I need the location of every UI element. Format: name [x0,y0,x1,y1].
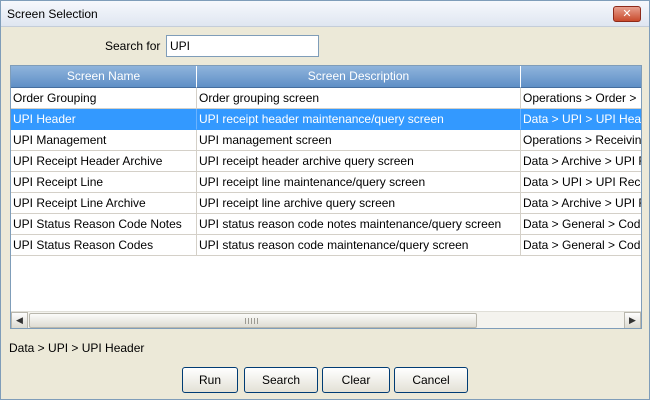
cell-menu-path: Data > General > Cod [521,235,641,256]
cell-screen-description: UPI receipt line maintenance/query scree… [197,172,521,193]
cell-screen-name: UPI Status Reason Codes [11,235,197,256]
cell-screen-description: UPI receipt header maintenance/query scr… [197,109,521,130]
clear-button[interactable]: Clear [322,367,390,393]
column-header-path[interactable] [521,66,641,88]
search-input[interactable] [166,35,319,57]
run-button[interactable]: Run [182,367,238,393]
scrollbar-thumb[interactable] [29,313,477,328]
window-title: Screen Selection [7,7,98,21]
table-row[interactable]: UPI Receipt Header Archive UPI receipt h… [11,151,641,172]
search-button[interactable]: Search [244,367,318,393]
search-label: Search for [105,39,161,53]
cell-screen-name: UPI Management [11,130,197,151]
arrow-left-icon: ◀ [16,315,23,325]
cell-menu-path: Data > General > Cod [521,214,641,235]
table-row[interactable]: UPI Management UPI management screen Ope… [11,130,641,151]
arrow-right-icon: ▶ [629,315,636,325]
search-row: Search for [1,35,649,59]
table-row[interactable]: UPI Status Reason Code Notes UPI status … [11,214,641,235]
cell-menu-path: Data > Archive > UPI R [521,193,641,214]
cell-screen-description: UPI status reason code notes maintenance… [197,214,521,235]
column-header-screen-description[interactable]: Screen Description [197,66,521,88]
scroll-right-button[interactable]: ▶ [624,312,641,328]
close-button[interactable]: ✕ [613,6,641,22]
cell-screen-description: UPI management screen [197,130,521,151]
screen-selection-dialog: Screen Selection ✕ Search for Screen Nam… [0,0,650,400]
table-row[interactable]: UPI Receipt Line Archive UPI receipt lin… [11,193,641,214]
horizontal-scrollbar[interactable]: ◀ ▶ [11,311,641,328]
grip-icon [245,318,259,324]
screen-grid: Screen Name Screen Description Order Gro… [10,65,642,329]
column-header-screen-name[interactable]: Screen Name [11,66,197,88]
cell-menu-path: Operations > Order > [521,88,641,109]
cell-menu-path: Data > Archive > UPI R [521,151,641,172]
cell-screen-name: UPI Receipt Line Archive [11,193,197,214]
button-row: Run Search Clear Cancel [1,367,649,393]
cell-screen-name: UPI Receipt Header Archive [11,151,197,172]
table-row[interactable]: UPI Status Reason Codes UPI status reaso… [11,235,641,256]
cell-screen-name: UPI Receipt Line [11,172,197,193]
cancel-button[interactable]: Cancel [394,367,468,393]
table-row[interactable]: Order Grouping Order grouping screen Ope… [11,88,641,109]
cell-screen-name: Order Grouping [11,88,197,109]
cell-screen-description: Order grouping screen [197,88,521,109]
cell-screen-name: UPI Status Reason Code Notes [11,214,197,235]
cell-menu-path: Data > UPI > UPI Header [521,109,641,130]
cell-screen-description: UPI status reason code maintenance/query… [197,235,521,256]
cell-menu-path: Operations > Receiving [521,130,641,151]
cell-screen-description: UPI receipt header archive query screen [197,151,521,172]
selected-path-status: Data > UPI > UPI Header [9,341,145,355]
title-bar: Screen Selection ✕ [1,1,649,27]
cell-menu-path: Data > UPI > UPI Rece [521,172,641,193]
table-row-selected[interactable]: UPI Header UPI receipt header maintenanc… [11,109,641,130]
cell-screen-description: UPI receipt line archive query screen [197,193,521,214]
scroll-left-button[interactable]: ◀ [11,312,28,328]
cell-screen-name: UPI Header [11,109,197,130]
grid-header: Screen Name Screen Description [11,66,641,88]
close-icon: ✕ [622,8,632,20]
table-row[interactable]: UPI Receipt Line UPI receipt line mainte… [11,172,641,193]
